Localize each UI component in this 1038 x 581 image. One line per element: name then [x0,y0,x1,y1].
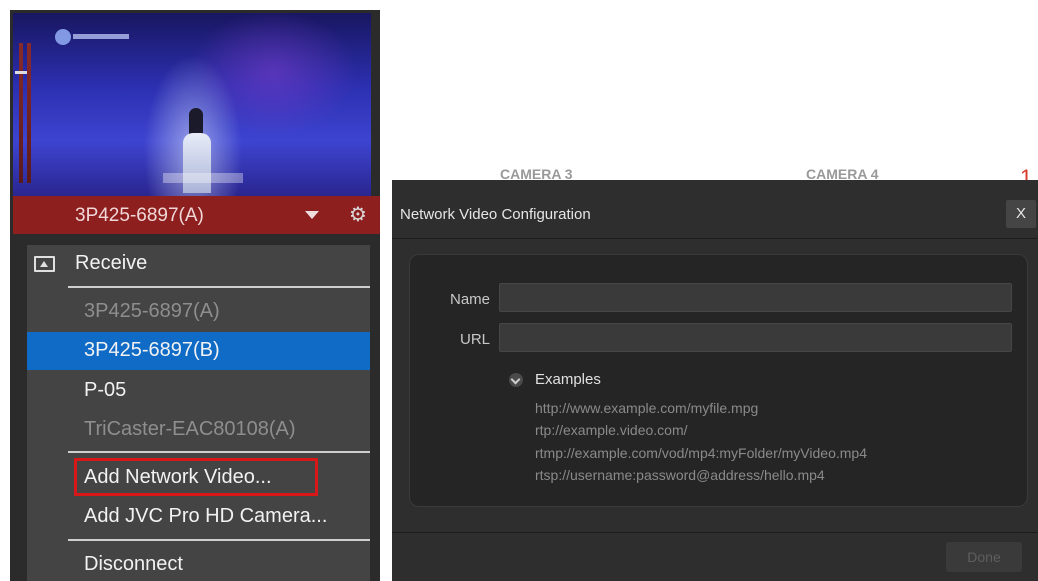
example-url: rtsp://username:password@address/hello.m… [535,467,825,483]
gear-icon[interactable]: ⚙ [349,204,367,224]
channel-logo [55,29,129,45]
menu-item-label: 3P425-6897(B) [84,339,220,361]
audio-meter-left [19,43,23,183]
footer-divider [392,532,1038,533]
source-selector[interactable]: 3P425-6897(A) ⚙ [13,196,380,234]
menu-item-label: Disconnect [84,553,183,575]
menu-divider [68,286,370,288]
add-jvc-camera-item[interactable]: Add JVC Pro HD Camera... [27,498,370,536]
name-field[interactable] [499,283,1012,312]
menu-item-label: TriCaster-EAC80108(A) [84,418,296,440]
menu-item-source-a: 3P425-6897(A) [27,293,370,331]
title-divider [392,238,1038,239]
url-field[interactable] [499,323,1012,352]
url-label: URL [459,331,490,348]
examples-toggle-label[interactable]: Examples [535,371,601,388]
menu-divider [68,451,370,453]
menu-item-source-b[interactable]: 3P425-6897(B) [27,332,370,370]
performer-figure [183,133,211,193]
source-name: 3P425-6897(A) [75,205,204,226]
dialog-title: Network Video Configuration [400,206,591,223]
audio-meter-marker [15,71,27,74]
menu-divider [68,539,370,541]
disconnect-item[interactable]: Disconnect [27,546,370,581]
chevron-down-icon[interactable] [509,373,523,387]
highlight-annotation [74,458,318,496]
menu-header-receive: Receive [27,245,370,283]
menu-item-label: 3P425-6897(A) [84,300,220,322]
background-camera-strip [392,160,1038,180]
video-caption [163,173,243,183]
example-url: http://www.example.com/myfile.mpg [535,400,759,416]
config-form-panel: Name URL Examples http://www.example.com… [409,254,1028,507]
source-dropdown-menu: Receive 3P425-6897(A) 3P425-6897(B) P-05… [27,245,370,581]
source-panel: 3P425-6897(A) ⚙ Receive 3P425-6897(A) 3P… [10,10,380,581]
dropdown-arrow-icon[interactable] [305,211,319,219]
menu-header-label: Receive [75,252,148,274]
menu-item-p05[interactable]: P-05 [27,372,370,410]
video-preview [13,13,371,196]
audio-meter-right [27,43,31,183]
menu-item-label: P-05 [84,379,127,401]
done-button[interactable]: Done [946,542,1022,572]
menu-item-label: Add JVC Pro HD Camera... [84,505,328,527]
close-button[interactable]: X [1006,200,1036,228]
airplay-receive-icon [34,256,55,272]
name-label: Name [449,291,490,308]
network-video-dialog: Network Video Configuration X Name URL E… [392,180,1038,581]
example-url: rtmp://example.com/vod/mp4:myFolder/myVi… [535,445,867,461]
menu-item-tricaster: TriCaster-EAC80108(A) [27,411,370,449]
example-url: rtp://example.video.com/ [535,422,688,438]
